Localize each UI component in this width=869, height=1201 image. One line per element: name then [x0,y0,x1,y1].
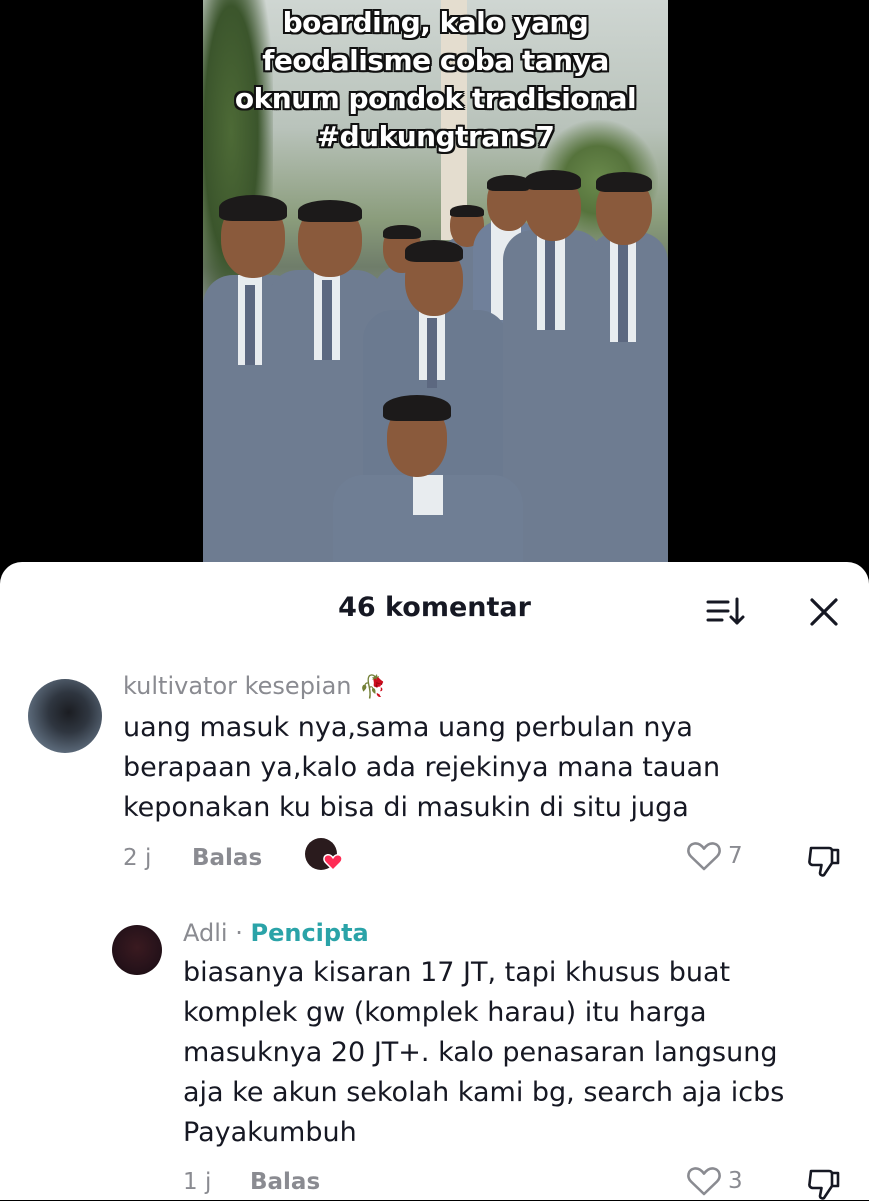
avatar[interactable] [112,925,162,975]
video-player[interactable]: boarding, kalo yang feodalisme coba tany… [0,0,869,600]
overlay-line: feodalisme coba tanya [262,44,609,77]
thumbs-down-icon [808,846,840,877]
overlay-line: #dukungtrans7 [316,120,555,153]
comment-text-line: berapaan ya,kalo ada rejekinya mana taua… [123,752,721,783]
video-caption-overlay: boarding, kalo yang feodalisme coba tany… [203,0,668,156]
like-button[interactable]: 7 [686,840,746,874]
separator-dot: · [235,919,243,947]
like-button[interactable]: 3 [686,1165,746,1199]
thumbs-down-icon [808,1169,840,1200]
comment-time: 2 j [123,845,152,871]
creator-badge: Pencipta [250,919,369,947]
reply-button[interactable]: Balas [250,1169,320,1195]
like-count: 7 [728,843,743,869]
comment-text: uang masuk nya,sama uang perbulan nya be… [123,708,720,828]
wilted-rose-icon: 🥀 [359,675,387,700]
close-icon [810,598,838,626]
comment-text-line: aja ke akun sekolah kami bg, search aja … [183,1077,785,1108]
comments-sheet: 46 komentar kultivator kesepian 🥀 uang m… [0,562,869,1200]
dislike-button[interactable] [805,842,843,880]
sort-button[interactable] [706,596,746,628]
like-count: 3 [728,1168,743,1194]
overlay-line: oknum pondok tradisional [234,82,637,115]
reply-button[interactable]: Balas [192,845,262,871]
username-text: kultivator kesepian [123,672,352,700]
comment-text-line: uang masuk nya,sama uang perbulan nya [123,712,693,743]
heart-outline-icon [687,842,721,871]
heart-outline-icon [687,1167,721,1196]
comment-text-line: keponakan ku bisa di masukin di situ jug… [123,792,689,823]
comment-username[interactable]: Adli · Pencipta [183,919,369,947]
username-text: Adli [183,919,228,947]
comment-text-line: Payakumbuh [183,1117,357,1148]
comment-text-line: biasanya kisaran 17 JT, tapi khusus buat [183,957,731,988]
close-button[interactable] [806,594,842,630]
avatar[interactable] [28,679,102,753]
creator-liked-indicator [305,838,345,874]
overlay-line: boarding, kalo yang [282,6,589,39]
comment-text-line: masuknya 20 JT+. kalo penasaran langsung [183,1037,778,1068]
comment-text: biasanya kisaran 17 JT, tapi khusus buat… [183,953,784,1153]
comment-time: 1 j [183,1169,212,1195]
sort-icon [706,597,745,625]
comment-username[interactable]: kultivator kesepian 🥀 [123,672,387,700]
heart-icon [323,853,343,871]
comment-text-line: komplek gw (komplek harau) itu harga [183,997,707,1028]
dislike-button[interactable] [805,1165,843,1200]
